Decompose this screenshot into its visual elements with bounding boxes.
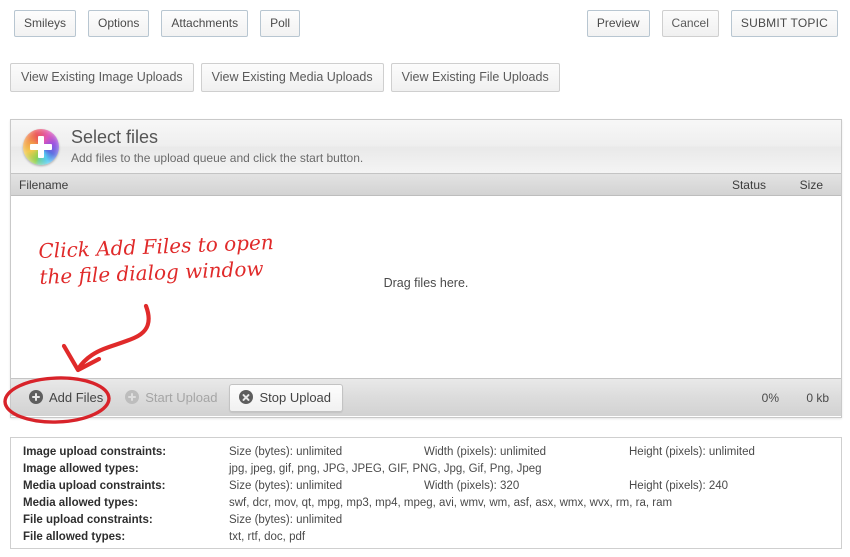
plus-circle-icon: [29, 390, 43, 404]
column-header-filename: Filename: [19, 177, 69, 192]
upload-progress-percent: 0%: [761, 390, 779, 405]
preview-button[interactable]: Preview: [586, 10, 650, 37]
composer-toolbar-left: Smileys Options Attachments Poll: [14, 10, 301, 37]
uploader-header: Select files Add files to the upload que…: [11, 120, 841, 174]
annotation-text: Click Add Files to open the file dialog …: [38, 229, 275, 289]
cancel-button[interactable]: Cancel: [661, 10, 719, 37]
start-upload-button[interactable]: Start Upload: [115, 384, 229, 412]
constraint-height: Height (pixels): unlimited: [629, 446, 755, 458]
smileys-button[interactable]: Smileys: [14, 10, 77, 37]
table-row: File allowed types: txt, rtf, doc, pdf: [23, 531, 841, 548]
options-button[interactable]: Options: [88, 10, 150, 37]
constraint-height: Height (pixels): 240: [629, 480, 729, 492]
column-header-status: Status: [731, 177, 766, 192]
upload-progress-size: 0 kb: [806, 390, 829, 405]
constraint-types: swf, dcr, mov, qt, mpg, mp3, mp4, mpeg, …: [229, 497, 673, 509]
composer-toolbar-right: Preview Cancel SUBMIT TOPIC: [586, 10, 838, 37]
table-row: Image allowed types: jpg, jpeg, gif, png…: [23, 463, 841, 480]
constraint-types: jpg, jpeg, gif, png, JPG, JPEG, GIF, PNG…: [229, 463, 542, 475]
constraint-label: Media upload constraints:: [23, 480, 166, 492]
table-row: Media upload constraints: Size (bytes): …: [23, 480, 841, 497]
constraint-label: File upload constraints:: [23, 514, 153, 526]
constraint-label: File allowed types:: [23, 531, 126, 543]
constraint-label: Image allowed types:: [23, 463, 139, 475]
upload-constraints-box: Image upload constraints: Size (bytes): …: [10, 437, 842, 549]
stop-upload-label: Stop Upload: [259, 389, 332, 405]
view-existing-file-uploads-button[interactable]: View Existing File Uploads: [390, 63, 560, 92]
view-existing-image-uploads-button[interactable]: View Existing Image Uploads: [10, 63, 194, 92]
submit-topic-button[interactable]: SUBMIT TOPIC: [730, 10, 838, 37]
view-existing-uploads-row: View Existing Image Uploads View Existin…: [10, 63, 560, 92]
add-files-button[interactable]: Add Files: [19, 384, 115, 412]
color-wheel-plus-icon: [23, 128, 59, 165]
constraint-size: Size (bytes): unlimited: [229, 480, 343, 492]
poll-button[interactable]: Poll: [260, 10, 301, 37]
add-files-label: Add Files: [49, 389, 104, 405]
attachments-button[interactable]: Attachments: [161, 10, 249, 37]
constraint-size: Size (bytes): unlimited: [229, 514, 343, 526]
file-drop-zone[interactable]: Drag files here.: [11, 196, 841, 378]
stop-upload-button[interactable]: Stop Upload: [229, 383, 344, 412]
start-upload-label: Start Upload: [145, 389, 218, 405]
constraint-types: txt, rtf, doc, pdf: [229, 531, 306, 543]
select-files-title: Select files: [71, 127, 159, 147]
constraint-size: Size (bytes): unlimited: [229, 446, 343, 458]
upload-queue-column-headers: Filename Status Size: [11, 174, 841, 196]
table-row: Media allowed types: swf, dcr, mov, qt, …: [23, 497, 841, 514]
cross-circle-icon: [239, 390, 254, 404]
constraint-width: Width (pixels): 320: [424, 480, 520, 492]
table-row: Image upload constraints: Size (bytes): …: [23, 446, 841, 463]
table-row: File upload constraints: Size (bytes): u…: [23, 514, 841, 531]
uploader-footer: Add Files Start Upload Stop Upload 0% 0 …: [11, 378, 841, 416]
uploader-header-text: Select files Add files to the upload que…: [71, 127, 363, 166]
constraint-label: Image upload constraints:: [23, 446, 167, 458]
column-header-size: Size: [799, 177, 823, 192]
constraint-width: Width (pixels): unlimited: [424, 446, 547, 458]
select-files-subtitle: Add files to the upload queue and click …: [71, 151, 364, 165]
play-circle-icon: [125, 390, 140, 404]
view-existing-media-uploads-button[interactable]: View Existing Media Uploads: [200, 63, 384, 92]
constraint-label: Media allowed types:: [23, 497, 139, 509]
